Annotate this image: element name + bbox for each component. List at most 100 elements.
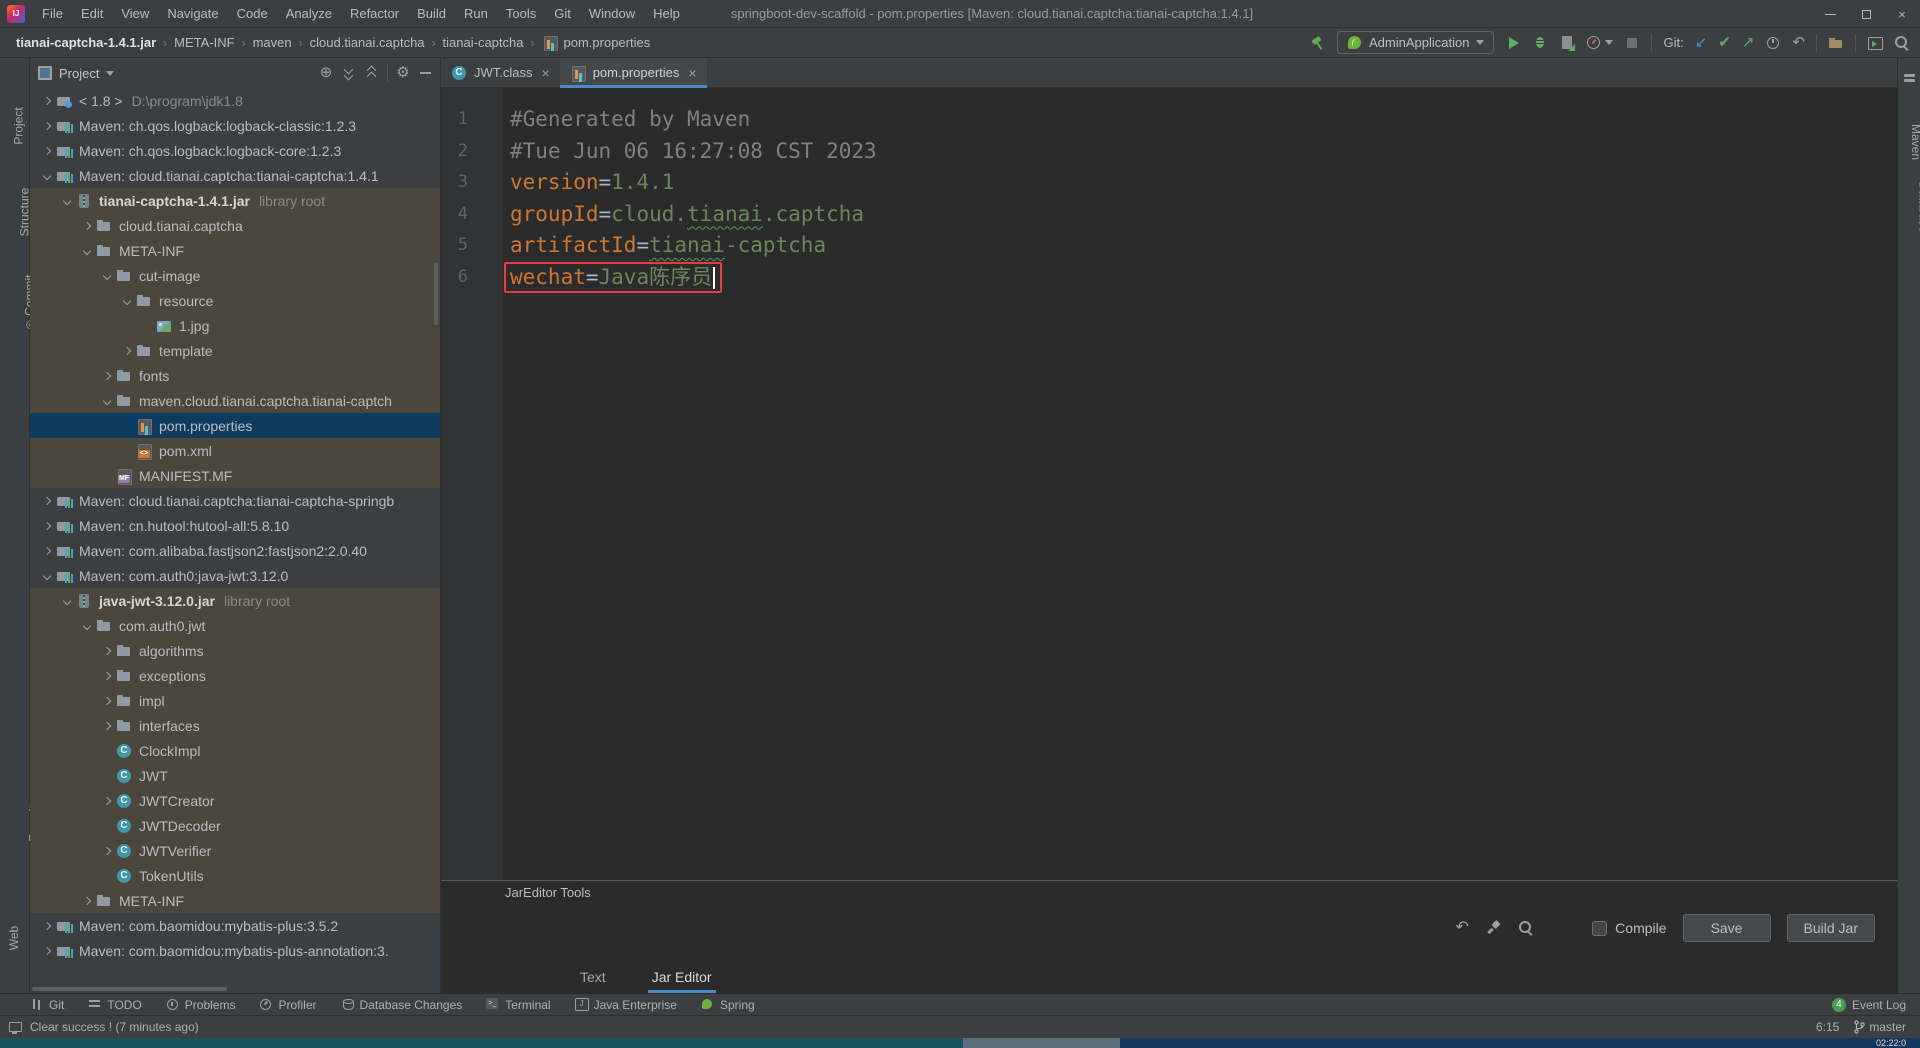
editor-body[interactable]: 123456 #Generated by Maven#Tue Jun 06 16… [441, 88, 1897, 880]
git-commit-button[interactable]: ✔ [1718, 35, 1731, 50]
menu-item-view[interactable]: View [112, 0, 158, 27]
toolwindow-button-spring[interactable]: Spring [701, 998, 755, 1012]
chevron-down-icon[interactable] [106, 71, 114, 76]
editor-tab-pom-properties[interactable]: pom.properties× [560, 58, 707, 87]
tree-row[interactable]: META-INF [30, 888, 440, 913]
tree-toggle-right[interactable] [98, 798, 116, 804]
tree-toggle-right[interactable] [38, 123, 56, 129]
tree-row[interactable]: resource [30, 288, 440, 313]
build-jar-button[interactable]: Build Jar [1787, 914, 1875, 942]
git-branch-widget[interactable]: master [1853, 1020, 1906, 1034]
tree-toggle-right[interactable] [38, 523, 56, 529]
run-button[interactable] [1505, 35, 1521, 51]
jareditor-tab-jar-editor[interactable]: Jar Editor [648, 963, 716, 993]
tree-row[interactable]: META-INF [30, 238, 440, 263]
tree-row[interactable]: JWTDecoder [30, 813, 440, 838]
menu-item-file[interactable]: File [33, 0, 72, 27]
breadcrumb-item[interactable]: META-INF [174, 35, 234, 50]
tree-toggle-down[interactable] [98, 273, 116, 279]
close-tab-icon[interactable]: × [688, 66, 696, 80]
toolwindow-button-database-changes[interactable]: Database Changes [341, 998, 463, 1012]
hide-tool-window-button[interactable] [418, 65, 434, 81]
breadcrumb-item[interactable]: pom.properties [542, 35, 651, 51]
event-log-button[interactable]: 4Event Log [1832, 998, 1906, 1012]
window-layout-button[interactable] [1867, 35, 1883, 51]
breadcrumb-item[interactable]: cloud.tianai.captcha [310, 35, 425, 50]
search-everywhere-button[interactable] [1894, 35, 1910, 51]
git-history-button[interactable] [1765, 35, 1781, 51]
tree-toggle-right[interactable] [78, 223, 96, 229]
tree-row[interactable]: ClockImpl [30, 738, 440, 763]
menu-item-edit[interactable]: Edit [72, 0, 112, 27]
tree-row[interactable]: Maven: com.baomidou:mybatis-plus-annotat… [30, 938, 440, 963]
build-hammer-icon[interactable] [1310, 35, 1326, 51]
undo-icon[interactable]: ↶ [1454, 920, 1470, 936]
git-push-button[interactable]: ↗ [1742, 35, 1755, 50]
editor-tab-jwt-class[interactable]: JWT.class× [441, 58, 560, 87]
tree-toggle-right[interactable] [38, 148, 56, 154]
tree-row[interactable]: cloud.tianai.captcha [30, 213, 440, 238]
brush-icon[interactable] [1486, 920, 1502, 936]
horizontal-scrollbar[interactable] [32, 987, 227, 991]
menu-item-tools[interactable]: Tools [497, 0, 545, 27]
tree-row[interactable]: Maven: ch.qos.logback:logback-core:1.2.3 [30, 138, 440, 163]
git-rollback-button[interactable]: ↶ [1792, 35, 1805, 50]
tree-toggle-right[interactable] [98, 648, 116, 654]
tree-row[interactable]: interfaces [30, 713, 440, 738]
profiler-button[interactable] [1586, 35, 1613, 51]
tree-row[interactable]: MANIFEST.MF [30, 463, 440, 488]
code-editor[interactable]: #Generated by Maven#Tue Jun 06 16:27:08 … [502, 88, 1897, 880]
maximize-button[interactable] [1848, 0, 1884, 28]
toolwindow-button-problems[interactable]: Problems [166, 998, 236, 1012]
toolwindow-button-profiler[interactable]: Profiler [259, 998, 316, 1012]
tree-row[interactable]: pom.xml [30, 438, 440, 463]
menu-item-refactor[interactable]: Refactor [341, 0, 408, 27]
menu-item-code[interactable]: Code [228, 0, 277, 27]
tree-toggle-right[interactable] [38, 98, 56, 104]
project-view-title[interactable]: Project [59, 66, 99, 81]
tree-toggle-down[interactable] [38, 573, 56, 579]
stop-button[interactable] [1624, 35, 1640, 51]
menu-item-git[interactable]: Git [545, 0, 580, 27]
tree-toggle-down[interactable] [78, 623, 96, 629]
tree-row[interactable]: Maven: com.auth0:java-jwt:3.12.0 [30, 563, 440, 588]
tree-toggle-down[interactable] [78, 248, 96, 254]
toolwindow-button-todo[interactable]: TODO [88, 998, 141, 1012]
toolwindow-button-terminal[interactable]: Terminal [486, 998, 550, 1012]
status-message[interactable]: Clear success ! (7 minutes ago) [30, 1020, 199, 1034]
debug-button[interactable] [1532, 35, 1548, 51]
tree-row[interactable]: maven.cloud.tianai.captcha.tianai-captch [30, 388, 440, 413]
tree-toggle-right[interactable] [78, 898, 96, 904]
menu-item-help[interactable]: Help [644, 0, 689, 27]
tool-stripe-layers-icon[interactable] [1903, 72, 1916, 85]
tree-row[interactable]: java-jwt-3.12.0.jarlibrary root [30, 588, 440, 613]
minimize-button[interactable] [1812, 0, 1848, 28]
tree-toggle-right[interactable] [118, 348, 136, 354]
breadcrumb-item[interactable]: tianai-captcha-1.4.1.jar [16, 35, 156, 50]
save-button[interactable]: Save [1683, 914, 1771, 942]
tree-row[interactable]: JWTVerifier [30, 838, 440, 863]
git-update-button[interactable]: ↙ [1695, 35, 1708, 50]
tree-toggle-right[interactable] [38, 948, 56, 954]
collapse-all-button[interactable] [364, 65, 380, 81]
tree-toggle-down[interactable] [98, 398, 116, 404]
menu-item-navigate[interactable]: Navigate [158, 0, 227, 27]
tree-row[interactable]: Maven: cloud.tianai.captcha:tianai-captc… [30, 163, 440, 188]
breadcrumb-item[interactable]: maven [253, 35, 292, 50]
tree-row[interactable]: < 1.8 >D:\program\jdk1.8 [30, 88, 440, 113]
tree-row[interactable]: 1.jpg [30, 313, 440, 338]
toolwindow-button-git[interactable]: Git [30, 998, 64, 1012]
tree-toggle-down[interactable] [58, 598, 76, 604]
tree-toggle-right[interactable] [98, 673, 116, 679]
tree-row[interactable]: cut-image [30, 263, 440, 288]
tree-row[interactable]: TokenUtils [30, 863, 440, 888]
menu-item-build[interactable]: Build [408, 0, 455, 27]
open-folder-button[interactable] [1828, 35, 1844, 51]
tree-row[interactable]: com.auth0.jwt [30, 613, 440, 638]
tree-row[interactable]: Maven: com.alibaba.fastjson2:fastjson2:2… [30, 538, 440, 563]
vertical-scrollbar[interactable] [434, 263, 438, 325]
tree-row[interactable]: Maven: com.baomidou:mybatis-plus:3.5.2 [30, 913, 440, 938]
tree-toggle-right[interactable] [98, 848, 116, 854]
tree-row[interactable]: JWTCreator [30, 788, 440, 813]
tree-row[interactable]: tianai-captcha-1.4.1.jarlibrary root [30, 188, 440, 213]
